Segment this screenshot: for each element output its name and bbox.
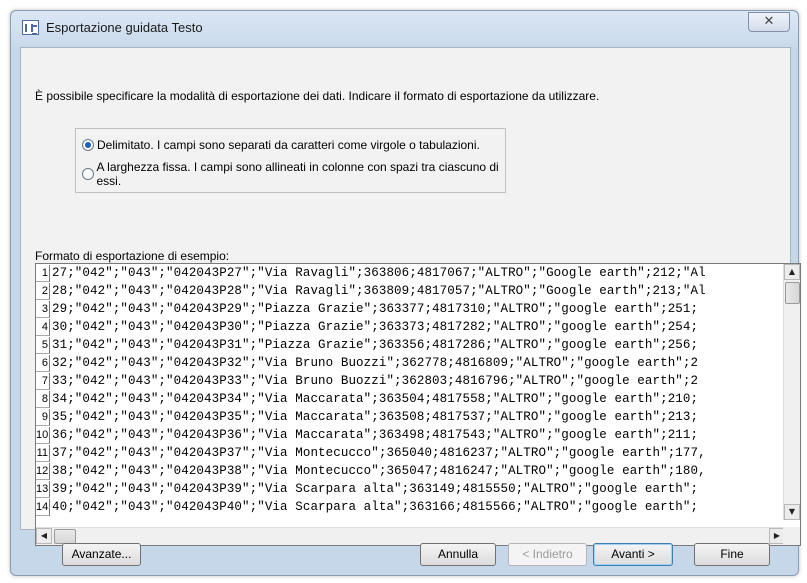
scroll-corner — [783, 527, 800, 545]
row-text: 31;"042";"043";"042043P31";"Piazza Grazi… — [52, 338, 699, 352]
row-text: 33;"042";"043";"042043P33";"Via Bruno Bu… — [52, 374, 699, 388]
preview-row: 5 31;"042";"043";"042043P31";"Piazza Graz… — [36, 336, 785, 354]
row-text: 40;"042";"043";"042043P40";"Via Scarpara… — [52, 500, 699, 514]
row-number: 5 — [36, 336, 50, 354]
horizontal-scroll-thumb[interactable] — [54, 529, 76, 544]
format-options-group: Delimitato. I campi sono separati da car… — [75, 128, 506, 193]
cancel-button[interactable]: Annulla — [420, 543, 496, 566]
close-button[interactable]: ✕ — [748, 12, 790, 32]
row-text: 38;"042";"043";"042043P38";"Via Montecuc… — [52, 464, 706, 478]
finish-button[interactable]: Fine — [694, 543, 770, 566]
row-number: 13 — [36, 480, 50, 498]
row-text: 34;"042";"043";"042043P34";"Via Maccarat… — [52, 392, 699, 406]
window-title: Esportazione guidata Testo — [46, 20, 203, 35]
option-delimited-label: Delimitato. I campi sono separati da car… — [97, 138, 480, 152]
preview-row: 3 29;"042";"043";"042043P29";"Piazza Graz… — [36, 300, 785, 318]
preview-row: 4 30;"042";"043";"042043P30";"Piazza Graz… — [36, 318, 785, 336]
preview-label: Formato di esportazione di esempio: — [35, 249, 230, 263]
row-number: 1 — [36, 264, 50, 282]
back-button[interactable]: < Indietro — [508, 543, 587, 566]
row-text: 39;"042";"043";"042043P39";"Via Scarpara… — [52, 482, 699, 496]
export-wizard-window: Esportazione guidata Testo ✕ È possibile… — [10, 10, 801, 576]
preview-row: 10 36;"042";"043";"042043P36";"Via Maccar… — [36, 426, 785, 444]
row-text: 27;"042";"043";"042043P27";"Via Ravagli"… — [52, 266, 706, 280]
row-number: 2 — [36, 282, 50, 300]
preview-row: 2 28;"042";"043";"042043P28";"Via Ravagli… — [36, 282, 785, 300]
preview-row: 14 40;"042";"043";"042043P40";"Via Scarpa… — [36, 498, 785, 516]
option-fixed-width[interactable]: A larghezza fissa. I campi sono allineat… — [82, 160, 505, 188]
row-text: 32;"042";"043";"042043P32";"Via Bruno Bu… — [52, 356, 699, 370]
row-number: 3 — [36, 300, 50, 318]
row-number: 4 — [36, 318, 50, 336]
option-delimited[interactable]: Delimitato. I campi sono separati da car… — [82, 138, 480, 152]
row-number: 11 — [36, 444, 50, 462]
preview-row: 11 37;"042";"043";"042043P37";"Via Montec… — [36, 444, 785, 462]
radio-fixed-width[interactable] — [82, 168, 94, 180]
row-text: 35;"042";"043";"042043P35";"Via Maccarat… — [52, 410, 699, 424]
preview-row: 8 34;"042";"043";"042043P34";"Via Maccara… — [36, 390, 785, 408]
preview-row: 7 33;"042";"043";"042043P33";"Via Bruno B… — [36, 372, 785, 390]
row-number: 10 — [36, 426, 50, 444]
vertical-scroll-thumb[interactable] — [785, 282, 800, 304]
export-preview: 1 27;"042";"043";"042043P27";"Via Ravagli… — [35, 263, 801, 546]
vertical-scrollbar[interactable]: ▲ ▼ — [783, 264, 800, 520]
row-text: 29;"042";"043";"042043P29";"Piazza Grazi… — [52, 302, 699, 316]
option-fixed-width-label: A larghezza fissa. I campi sono allineat… — [96, 160, 499, 188]
wizard-content: È possibile specificare la modalità di e… — [20, 47, 801, 546]
preview-row: 1 27;"042";"043";"042043P27";"Via Ravagli… — [36, 264, 785, 282]
preview-rows: 1 27;"042";"043";"042043P27";"Via Ravagli… — [36, 264, 785, 520]
row-number: 6 — [36, 354, 50, 372]
row-text: 30;"042";"043";"042043P30";"Piazza Grazi… — [52, 320, 699, 334]
radio-delimited[interactable] — [82, 139, 94, 151]
row-number: 14 — [36, 498, 50, 516]
row-text: 36;"042";"043";"042043P36";"Via Maccarat… — [52, 428, 699, 442]
preview-row: 6 32;"042";"043";"042043P32";"Via Bruno B… — [36, 354, 785, 372]
title-bar[interactable]: Esportazione guidata Testo ✕ — [11, 11, 798, 47]
next-button[interactable]: Avanti > — [593, 543, 673, 566]
row-text: 37;"042";"043";"042043P37";"Via Montecuc… — [52, 446, 706, 460]
horizontal-scrollbar[interactable]: ◀ ▶ — [36, 527, 785, 545]
row-number: 9 — [36, 408, 50, 426]
advanced-button[interactable]: Avanzate... — [62, 543, 141, 566]
preview-row: 12 38;"042";"043";"042043P38";"Via Montec… — [36, 462, 785, 480]
preview-row: 9 35;"042";"043";"042043P35";"Via Maccara… — [36, 408, 785, 426]
scroll-down-icon[interactable]: ▼ — [784, 504, 800, 520]
scroll-up-icon[interactable]: ▲ — [784, 264, 800, 280]
instruction-text: È possibile specificare la modalità di e… — [35, 89, 600, 103]
scroll-left-icon[interactable]: ◀ — [36, 528, 52, 544]
row-number: 8 — [36, 390, 50, 408]
row-text: 28;"042";"043";"042043P28";"Via Ravagli"… — [52, 284, 706, 298]
wizard-app-icon — [22, 20, 39, 35]
row-number: 7 — [36, 372, 50, 390]
preview-row: 13 39;"042";"043";"042043P39";"Via Scarpa… — [36, 480, 785, 498]
row-number: 12 — [36, 462, 50, 480]
